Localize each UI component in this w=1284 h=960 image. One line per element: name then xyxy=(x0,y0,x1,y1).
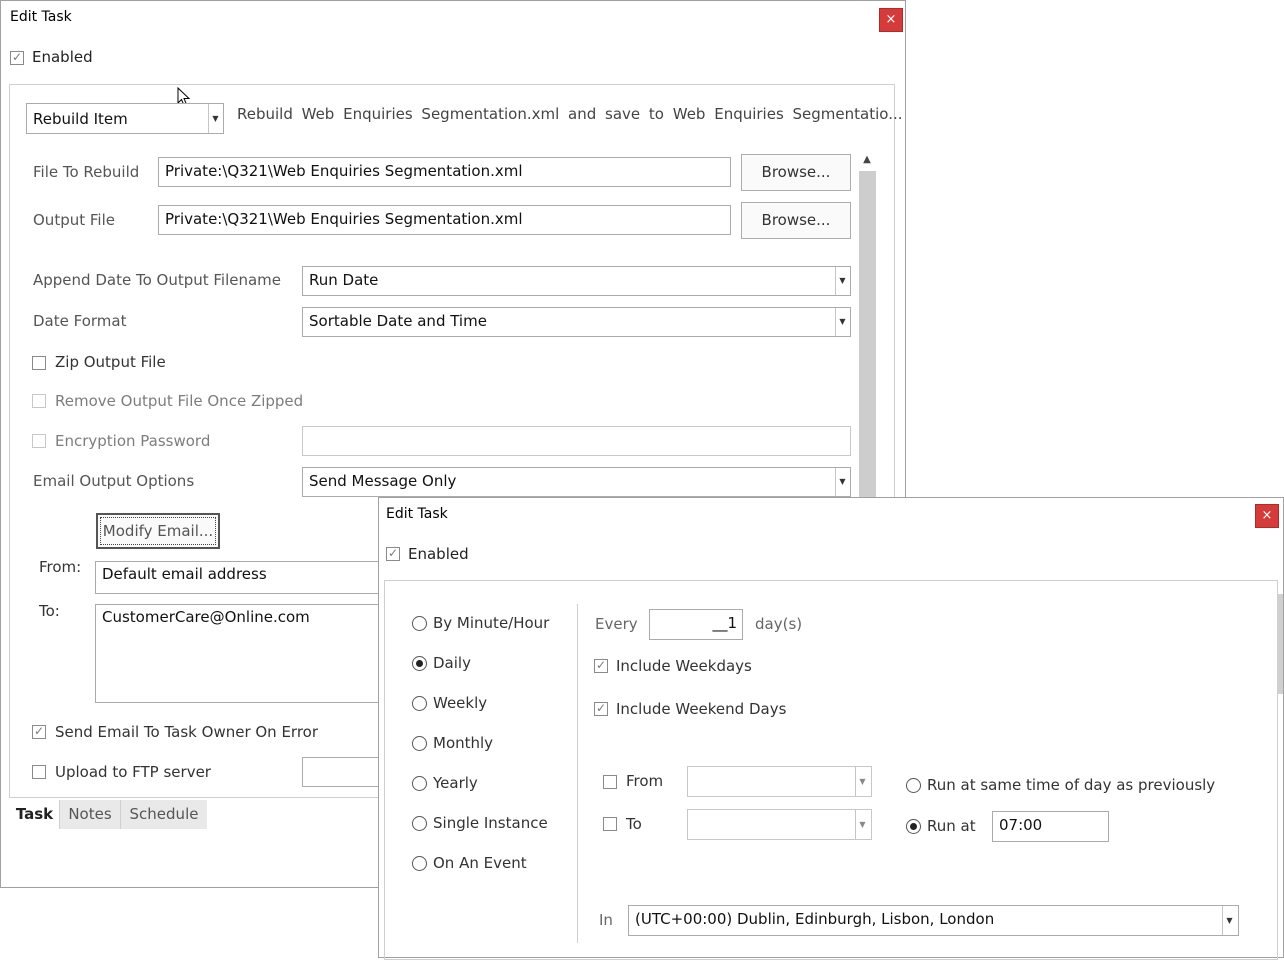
chevron-down-icon[interactable]: ▼ xyxy=(208,104,222,133)
append-date-value: Run Date xyxy=(309,271,379,289)
scrollbar-edge[interactable] xyxy=(1277,594,1283,694)
enabled-label: Enabled xyxy=(408,545,469,563)
every-days-input[interactable]: __1 xyxy=(649,609,743,640)
zip-output-label: Zip Output File xyxy=(55,353,166,371)
browse-file-button[interactable]: Browse... xyxy=(741,154,851,191)
date-format-select[interactable]: Sortable Date and Time xyxy=(302,307,851,337)
scroll-up-arrow-icon[interactable]: ▲ xyxy=(857,149,877,171)
radio-on-an-event[interactable] xyxy=(412,856,427,871)
run-at-time-input[interactable]: 07:00 xyxy=(992,811,1109,842)
include-weekdays-label: Include Weekdays xyxy=(616,657,752,675)
chevron-down-icon[interactable]: ▼ xyxy=(855,767,869,796)
output-file-input[interactable]: Private:\Q321\Web Enquiries Segmentation… xyxy=(158,205,731,235)
from-input[interactable]: Default email address xyxy=(95,561,395,594)
frequency-label-single-instance: Single Instance xyxy=(433,814,548,832)
run-same-time-label: Run at same time of day as previously xyxy=(927,776,1216,794)
every-unit-label: day(s) xyxy=(755,615,803,633)
remove-output-label: Remove Output File Once Zipped xyxy=(55,392,304,410)
to-date-select[interactable] xyxy=(687,809,872,840)
frequency-label-yearly: Yearly xyxy=(433,774,478,792)
include-weekend-label: Include Weekend Days xyxy=(616,700,787,718)
radio-monthly[interactable] xyxy=(412,736,427,751)
frequency-label-monthly: Monthly xyxy=(433,734,494,752)
date-format-value: Sortable Date and Time xyxy=(309,312,487,330)
radio-run-at[interactable] xyxy=(906,819,921,834)
tab-notes[interactable]: Notes xyxy=(60,800,121,829)
radio-daily[interactable] xyxy=(412,656,427,671)
frequency-label-weekly: Weekly xyxy=(433,694,488,712)
frequency-label-by-minute-hour: By Minute/Hour xyxy=(433,614,550,632)
encryption-checkbox[interactable] xyxy=(32,434,46,448)
to-textarea[interactable]: CustomerCare@Online.com xyxy=(95,604,395,703)
enabled-label: Enabled xyxy=(32,48,93,66)
chevron-down-icon[interactable]: ▼ xyxy=(835,308,849,336)
timezone-in-label: In xyxy=(599,911,613,929)
enabled-checkbox[interactable]: ✓ xyxy=(386,547,400,561)
send-email-error-checkbox[interactable]: ✓ xyxy=(32,725,46,739)
chevron-down-icon[interactable]: ▼ xyxy=(1222,906,1236,935)
to-label: To: xyxy=(39,602,60,620)
zip-output-checkbox[interactable] xyxy=(32,356,46,370)
tab-task[interactable]: Task xyxy=(10,800,60,829)
frequency-label-daily: Daily xyxy=(433,654,471,672)
email-options-value: Send Message Only xyxy=(309,472,457,490)
timezone-select[interactable]: (UTC+00:00) Dublin, Edinburgh, Lisbon, L… xyxy=(628,905,1239,936)
include-weekdays-checkbox[interactable]: ✓ xyxy=(594,659,608,673)
radio-by-minute-hour[interactable] xyxy=(412,616,427,631)
frequency-label-on-an-event: On An Event xyxy=(433,854,527,872)
from-date-checkbox[interactable] xyxy=(603,775,617,789)
from-label: From: xyxy=(39,558,82,576)
email-options-label: Email Output Options xyxy=(33,472,195,490)
date-format-label: Date Format xyxy=(33,312,127,330)
action-description: Rebuild Web Enquiries Segmentation.xml a… xyxy=(237,105,903,123)
browse-output-button[interactable]: Browse... xyxy=(741,202,851,239)
upload-ftp-checkbox[interactable] xyxy=(32,765,46,779)
enabled-checkbox[interactable]: ✓ xyxy=(10,51,24,65)
append-date-label: Append Date To Output Filename xyxy=(33,271,282,289)
chevron-down-icon[interactable]: ▼ xyxy=(835,267,849,295)
append-date-select[interactable]: Run Date xyxy=(302,266,851,296)
scrollbar-thumb[interactable] xyxy=(859,171,876,499)
radio-yearly[interactable] xyxy=(412,776,427,791)
close-button[interactable]: × xyxy=(879,8,903,32)
file-to-rebuild-input[interactable]: Private:\Q321\Web Enquiries Segmentation… xyxy=(158,157,731,187)
radio-single-instance[interactable] xyxy=(412,816,427,831)
chevron-down-icon[interactable]: ▼ xyxy=(835,468,849,496)
send-email-error-label: Send Email To Task Owner On Error xyxy=(55,723,319,741)
modify-email-button[interactable]: Modify Email... xyxy=(96,513,220,549)
close-button[interactable]: × xyxy=(1255,504,1279,528)
output-file-label: Output File xyxy=(33,211,115,229)
action-type-value: Rebuild Item xyxy=(33,110,128,128)
radio-weekly[interactable] xyxy=(412,696,427,711)
encryption-label: Encryption Password xyxy=(55,432,211,450)
tab-schedule[interactable]: Schedule xyxy=(121,800,207,829)
every-label: Every xyxy=(595,615,638,633)
radio-run-same-time[interactable] xyxy=(906,778,921,793)
action-type-select[interactable]: Rebuild Item xyxy=(26,103,224,134)
from-date-select[interactable] xyxy=(687,766,872,797)
window-title: Edit Task xyxy=(386,506,448,522)
to-date-label: To xyxy=(626,815,642,833)
from-date-label: From xyxy=(626,772,664,790)
include-weekend-checkbox[interactable]: ✓ xyxy=(594,702,608,716)
timezone-value: (UTC+00:00) Dublin, Edinburgh, Lisbon, L… xyxy=(635,910,995,928)
every-days-value: __1 xyxy=(712,614,737,632)
vertical-scrollbar[interactable]: ▲ xyxy=(857,149,877,499)
divider xyxy=(577,604,578,943)
edit-task-window-2: Edit Task × ✓ Enabled By Minute/Hour Dai… xyxy=(378,497,1284,960)
upload-ftp-label: Upload to FTP server xyxy=(55,763,211,781)
encryption-password-input[interactable] xyxy=(302,426,851,456)
run-at-label: Run at xyxy=(927,817,976,835)
remove-output-checkbox[interactable] xyxy=(32,394,46,408)
chevron-down-icon[interactable]: ▼ xyxy=(855,810,869,839)
window-title: Edit Task xyxy=(10,9,72,25)
tab-strip: Task Notes Schedule xyxy=(10,800,207,829)
email-options-select[interactable]: Send Message Only xyxy=(302,467,851,497)
to-date-checkbox[interactable] xyxy=(603,817,617,831)
file-to-rebuild-label: File To Rebuild xyxy=(33,163,140,181)
